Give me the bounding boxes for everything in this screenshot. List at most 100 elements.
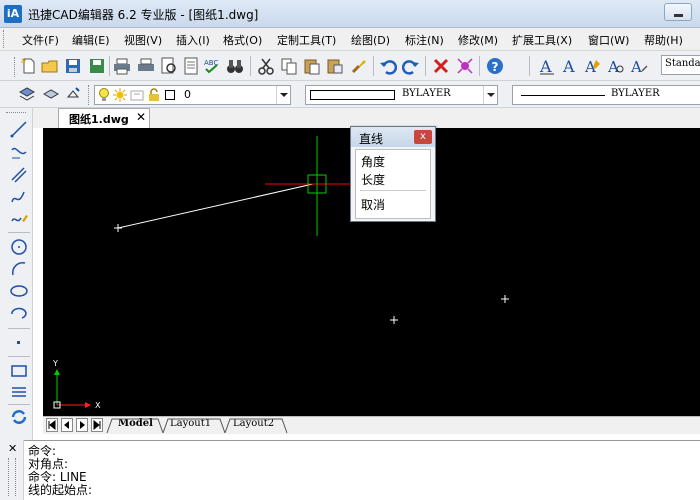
popup-titlebar[interactable]: 直线 x	[351, 127, 435, 147]
circle-tool-icon[interactable]	[10, 238, 28, 256]
lightbulb-icon	[99, 88, 109, 101]
copy-icon[interactable]	[280, 57, 298, 75]
open-folder-icon[interactable]	[41, 57, 59, 75]
menu-help[interactable]: 帮助(H)	[644, 32, 683, 48]
viewport-freeze-icon	[130, 90, 144, 101]
paste-icon[interactable]	[303, 57, 321, 75]
menu-extension-tools[interactable]: 扩展工具(X)	[512, 32, 572, 48]
layer-properties-toolbar: 0 BYLAYER BYLAYER	[0, 81, 700, 108]
padlock-icon	[149, 88, 159, 101]
explode-icon[interactable]	[456, 57, 474, 75]
last-layout-button[interactable]	[91, 418, 103, 432]
menu-file[interactable]: 文件(F)	[22, 32, 59, 48]
single-line-text-icon[interactable]: A	[561, 57, 579, 75]
print-icon[interactable]	[113, 57, 131, 75]
print-preview-icon[interactable]	[137, 57, 155, 75]
command-window[interactable]: 命令: 对角点: 命令: LINE 线的起始点:	[0, 440, 700, 500]
sketch-tool-icon[interactable]	[10, 209, 28, 227]
grid-point-marker	[390, 316, 398, 324]
menu-dimension[interactable]: 标注(N)	[405, 32, 444, 48]
command-grip	[8, 458, 16, 496]
line-tool-icon[interactable]	[10, 120, 28, 138]
tab-label: 图纸1.dwg	[69, 113, 129, 126]
layer-previous-icon[interactable]	[42, 85, 60, 103]
option-angle[interactable]: 角度	[361, 153, 385, 170]
linetype-select[interactable]: BYLAYER	[512, 85, 700, 105]
svg-text:A: A	[607, 58, 619, 75]
help-icon[interactable]: ?	[486, 57, 504, 75]
delete-icon[interactable]	[432, 57, 450, 75]
binoculars-icon[interactable]	[226, 57, 244, 75]
command-window-handle: ✕	[0, 440, 24, 500]
chevron-down-icon	[483, 86, 497, 104]
polyline-tool-icon[interactable]	[10, 144, 28, 162]
ucs-x-label: X	[95, 401, 101, 410]
close-icon[interactable]: x	[414, 130, 432, 144]
first-layout-button[interactable]	[46, 418, 58, 432]
elliptical-arc-tool-icon[interactable]	[10, 304, 28, 322]
drawn-line	[117, 183, 314, 229]
ucs-y-label: Y	[52, 359, 58, 368]
redo-icon[interactable]	[402, 57, 420, 75]
document-icon[interactable]	[182, 57, 200, 75]
title-bar: iA 迅捷CAD编辑器 6.2 专业版 - [图纸1.dwg]	[0, 0, 700, 28]
close-icon[interactable]: ✕	[136, 110, 146, 124]
text-style-icon[interactable]: A	[538, 57, 556, 75]
previous-layout-button[interactable]	[61, 418, 73, 432]
multiline-tool-icon[interactable]	[10, 166, 28, 184]
line-options-popup: 直线 x 角度 长度 取消	[350, 126, 436, 222]
layer-color-swatch	[165, 90, 175, 100]
menu-format[interactable]: 格式(O)	[223, 32, 262, 48]
layer-select[interactable]: 0	[94, 85, 291, 105]
spell-check-icon[interactable]: ABC	[203, 57, 221, 75]
crosshair-cursor	[265, 136, 361, 236]
menu-draw[interactable]: 绘图(D)	[351, 32, 390, 48]
hatch-tool-icon[interactable]	[10, 382, 28, 400]
edit-text-icon[interactable]: A	[584, 57, 602, 75]
point-tool-icon[interactable]	[10, 334, 28, 352]
layout-tab-bar: Model Layout1 Layout2	[43, 416, 700, 434]
option-length[interactable]: 长度	[361, 171, 385, 188]
menu-grip	[3, 30, 6, 48]
menu-modify[interactable]: 修改(M)	[458, 32, 498, 48]
layer-manager-icon[interactable]	[18, 85, 36, 103]
window-title: 迅捷CAD编辑器 6.2 专业版 - [图纸1.dwg]	[28, 8, 259, 22]
text-style-select[interactable]: Standa	[661, 55, 700, 75]
cut-icon[interactable]	[257, 57, 275, 75]
grid-point-marker	[501, 295, 509, 303]
color-select[interactable]: BYLAYER	[305, 85, 498, 105]
toolbar-grip	[14, 57, 17, 77]
standard-toolbar: ABC ? A A A A A Standa	[0, 51, 700, 81]
chevron-down-icon	[276, 86, 290, 104]
popup-title: 直线	[359, 132, 384, 146]
text-find-icon[interactable]: A	[607, 57, 625, 75]
rectangle-tool-icon[interactable]	[10, 362, 28, 380]
new-file-icon[interactable]	[20, 57, 38, 75]
undo-icon[interactable]	[379, 57, 397, 75]
spline-tool-icon[interactable]	[10, 188, 28, 206]
menu-view[interactable]: 视图(V)	[124, 32, 162, 48]
save-as-icon[interactable]	[88, 57, 106, 75]
menu-window[interactable]: 窗口(W)	[588, 32, 629, 48]
menu-insert[interactable]: 插入(I)	[176, 32, 210, 48]
text-scale-icon[interactable]: A	[630, 57, 648, 75]
command-prompt-line: 线的起始点:	[28, 483, 93, 497]
save-icon[interactable]	[64, 57, 82, 75]
regenerate-icon[interactable]	[10, 408, 28, 426]
minimize-button[interactable]	[664, 3, 692, 21]
menu-customize-tools[interactable]: 定制工具(T)	[277, 32, 336, 48]
find-page-icon[interactable]	[160, 57, 178, 75]
layer-state-icon[interactable]	[64, 85, 82, 103]
paste-special-icon[interactable]	[326, 57, 344, 75]
menu-edit[interactable]: 编辑(E)	[72, 32, 110, 48]
option-cancel[interactable]: 取消	[361, 196, 385, 213]
tab-drawing1[interactable]: 图纸1.dwg ✕	[58, 108, 150, 128]
close-icon[interactable]: ✕	[8, 442, 17, 455]
ellipse-tool-icon[interactable]	[10, 282, 28, 300]
arc-tool-icon[interactable]	[10, 260, 28, 278]
svg-text:A: A	[630, 58, 642, 75]
svg-text:A: A	[539, 57, 552, 75]
match-properties-brush-icon[interactable]	[350, 57, 368, 75]
next-layout-button[interactable]	[76, 418, 88, 432]
app-logo: iA	[4, 5, 22, 23]
